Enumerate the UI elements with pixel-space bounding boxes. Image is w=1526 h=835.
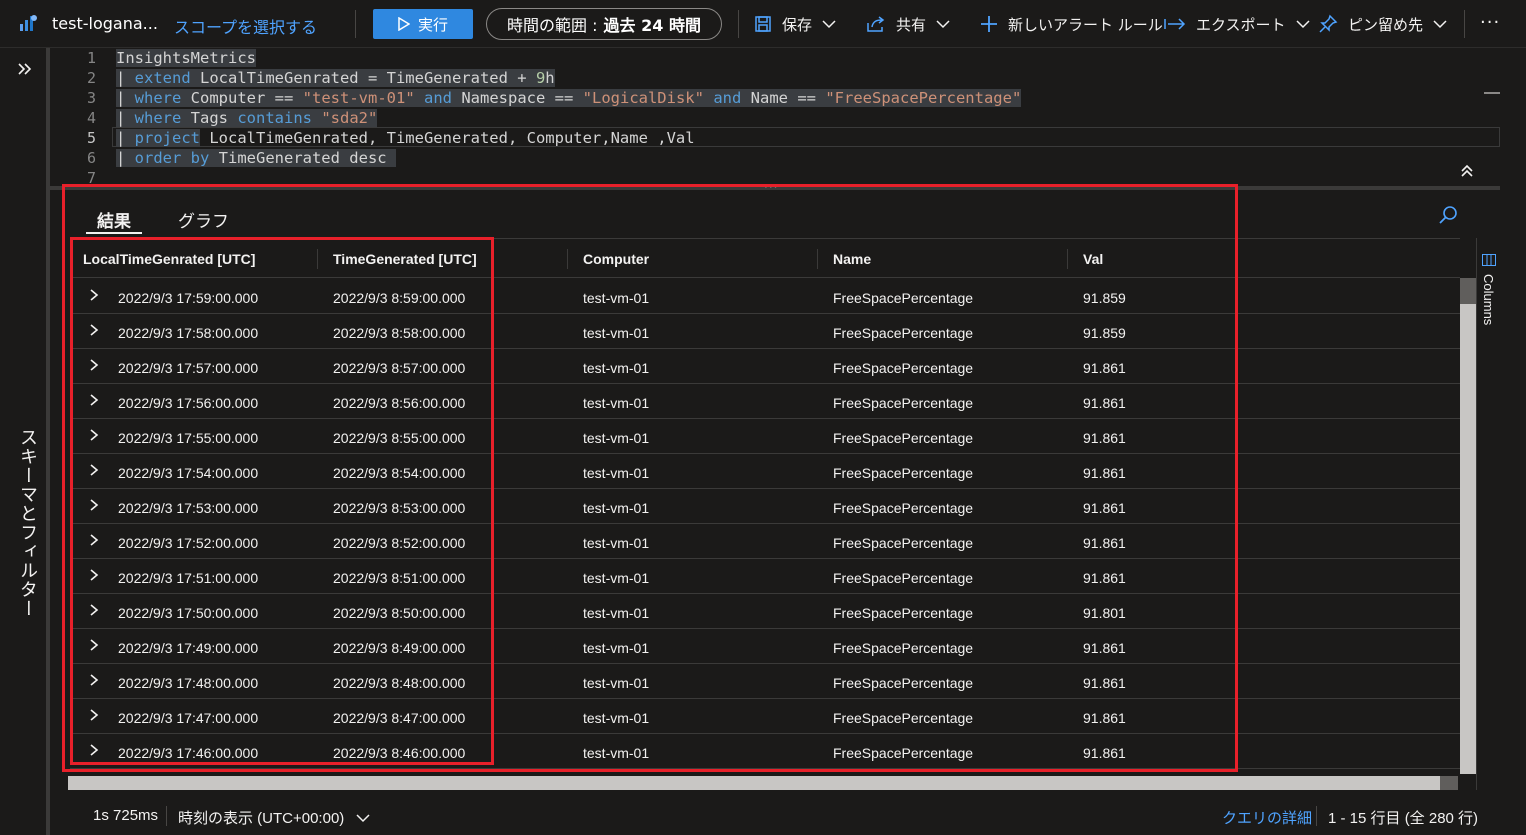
query-details-link[interactable]: クエリの詳細 (1222, 807, 1312, 828)
chevron-down-icon (1296, 20, 1310, 29)
chevron-down-icon (822, 20, 836, 29)
search-icon[interactable] (1437, 204, 1459, 226)
code-line: | extend LocalTimeGenrated = TimeGenerat… (116, 69, 555, 87)
new-alert-label: 新しいアラート ルール (1008, 15, 1163, 34)
status-divider (1316, 806, 1317, 826)
pin-to-button[interactable]: ピン留め先 (1318, 12, 1447, 36)
toolbar-divider (355, 10, 356, 38)
toolbar-divider (1464, 10, 1465, 38)
collapse-editor-icon[interactable] (1460, 164, 1474, 178)
plus-icon (981, 16, 997, 32)
toolbar-divider (738, 10, 739, 38)
vertical-scrollbar[interactable] (1460, 278, 1476, 774)
editor-line: 3 | where Computer == "test-vm-01" and N… (50, 88, 1500, 108)
line-number: 2 (86, 69, 96, 87)
code-table: InsightsMetrics (116, 49, 256, 67)
chevron-down-icon (356, 814, 370, 823)
log-analytics-icon (20, 15, 37, 31)
editor-line: 2 | extend LocalTimeGenrated = TimeGener… (50, 68, 1500, 88)
share-icon (867, 16, 885, 32)
export-button[interactable]: エクスポート (1164, 12, 1310, 36)
editor-line: 1 InsightsMetrics (50, 48, 1500, 68)
double-chevron-right-icon[interactable] (18, 62, 32, 76)
select-scope-link[interactable]: スコープを選択する (174, 14, 317, 38)
line-number: 5 (86, 129, 96, 147)
schema-filter-rail: スキーマとフィルター (0, 48, 48, 835)
time-display-label: 時刻の表示 (UTC+00:00) (178, 810, 345, 827)
line-number: 4 (86, 109, 96, 127)
workspace-title[interactable]: test-logana... (52, 14, 158, 33)
scrollbar-corner (1458, 776, 1476, 790)
columns-icon (1482, 254, 1496, 266)
chevron-down-icon (936, 20, 950, 29)
run-label: 実行 (417, 15, 448, 34)
export-arrow-icon (1164, 18, 1186, 30)
new-alert-rule-button[interactable]: 新しいアラート ルール (980, 12, 1163, 36)
chevron-down-icon (1433, 20, 1447, 29)
time-range-label: 時間の範囲 : (507, 16, 598, 35)
save-icon (755, 16, 771, 32)
horizontal-scrollbar-thumb[interactable] (1440, 776, 1458, 790)
editor-line: 6 | order by TimeGenerated desc (50, 148, 1500, 168)
share-button[interactable]: 共有 (866, 12, 950, 36)
vertical-scrollbar-thumb[interactable] (1460, 278, 1476, 304)
editor-line: 5 | project LocalTimeGenrated, TimeGener… (50, 128, 1500, 148)
status-bar: 1s 725ms 時刻の表示 (UTC+00:00) クエリの詳細 1 - 15… (68, 796, 1500, 835)
time-range-picker[interactable]: 時間の範囲 : 過去 24 時間 (486, 8, 722, 40)
code-line: | order by TimeGenerated desc (116, 149, 396, 167)
editor-line: 4 | where Tags contains "sda2" (50, 108, 1500, 128)
query-editor[interactable]: 1 InsightsMetrics 2 | extend LocalTimeGe… (50, 48, 1526, 188)
line-number: 3 (86, 89, 96, 107)
columns-label: Columns (1481, 274, 1496, 326)
save-button[interactable]: 保存 (754, 12, 836, 36)
code-line: | where Tags contains "sda2" (116, 109, 378, 127)
play-icon (398, 17, 410, 31)
editor-scroll-indicator (1484, 92, 1500, 94)
pin-label: ピン留め先 (1348, 15, 1424, 34)
code-line: | where Computer == "test-vm-01" and Nam… (116, 89, 1022, 107)
highlight-box-time-columns (70, 237, 494, 765)
code-line: InsightsMetrics (116, 49, 256, 67)
share-label: 共有 (896, 15, 927, 34)
time-range-value: 過去 24 時間 (603, 16, 701, 35)
export-label: エクスポート (1196, 15, 1286, 34)
pin-icon (1319, 14, 1338, 33)
save-label: 保存 (782, 15, 813, 34)
code-line: | project LocalTimeGenrated, TimeGenerat… (116, 129, 695, 147)
line-number: 1 (86, 49, 96, 67)
row-count: 1 - 15 行目 (全 280 行) (1328, 810, 1479, 827)
columns-panel-toggle[interactable]: Columns (1476, 238, 1502, 790)
more-options-button[interactable]: ··· (1480, 12, 1500, 33)
status-divider (166, 806, 167, 826)
schema-filter-toggle[interactable]: スキーマとフィルター (14, 428, 40, 618)
run-button[interactable]: 実行 (373, 9, 473, 39)
time-display-dropdown[interactable]: 時刻の表示 (UTC+00:00) (178, 807, 370, 828)
toolbar: test-logana... スコープを選択する 実行 時間の範囲 : 過去 2… (0, 0, 1526, 48)
line-number: 6 (86, 149, 96, 167)
horizontal-scrollbar[interactable] (68, 776, 1458, 790)
query-duration: 1s 725ms (93, 807, 159, 824)
